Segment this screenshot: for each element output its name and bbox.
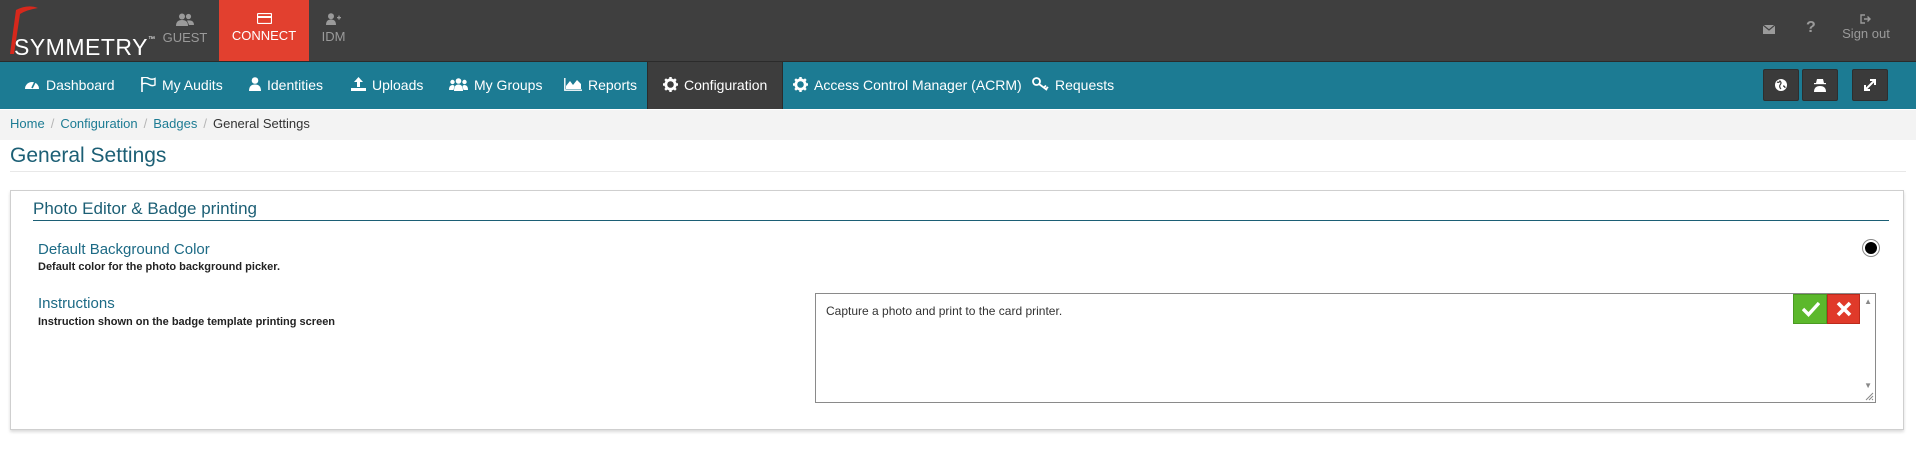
section-divider: [33, 220, 1889, 221]
symmetry-logo[interactable]: SYMMETRY™: [6, 4, 155, 60]
nav-my-groups-label: My Groups: [474, 77, 543, 93]
breadcrumb-separator: /: [50, 116, 55, 131]
nav-my-audits[interactable]: My Audits: [140, 62, 223, 109]
fullscreen-button[interactable]: [1852, 69, 1888, 101]
top-bar: SYMMETRY™ GUEST CONNECT IDM ? Sign out: [0, 0, 1916, 61]
settings-panel: Photo Editor & Badge printing Default Ba…: [10, 190, 1904, 430]
save-button[interactable]: [1793, 294, 1827, 324]
app-tab-idm[interactable]: IDM: [311, 0, 356, 61]
expand-icon: [1864, 79, 1876, 91]
nav-my-audits-label: My Audits: [162, 77, 223, 93]
nav-requests-label: Requests: [1055, 77, 1115, 93]
nav-dashboard[interactable]: Dashboard: [24, 62, 115, 109]
area-chart-icon: [564, 77, 582, 91]
cancel-button[interactable]: [1827, 294, 1860, 324]
user-icon: [249, 77, 261, 92]
nav-acrm-label: Access Control Manager (ACRM): [814, 77, 1022, 93]
breadcrumb-current: General Settings: [212, 116, 310, 131]
upload-icon: [351, 77, 366, 92]
sign-out-icon: [1860, 14, 1871, 24]
nav-reports-label: Reports: [588, 77, 638, 93]
help-icon: ?: [1806, 19, 1816, 36]
nav-reports[interactable]: Reports: [564, 62, 637, 109]
user-plus-icon: [326, 13, 341, 25]
app-tab-guest[interactable]: GUEST: [155, 0, 215, 61]
breadcrumb-home[interactable]: Home: [10, 116, 45, 131]
group-icon: [449, 77, 468, 91]
badge-user-button[interactable]: [1802, 69, 1838, 101]
page-title: General Settings: [10, 144, 167, 167]
scroll-down-icon[interactable]: ▼: [1864, 381, 1872, 390]
nav-acrm[interactable]: Access Control Manager (ACRM): [793, 62, 1022, 109]
scroll-up-icon[interactable]: ▲: [1864, 297, 1872, 306]
globe-button[interactable]: [1763, 69, 1799, 101]
gear-icon: [663, 76, 678, 92]
app-tab-connect[interactable]: CONNECT: [219, 0, 309, 61]
title-divider: [10, 171, 1906, 172]
default-background-color-label: Default Background Color: [38, 241, 210, 258]
flag-icon: [141, 76, 156, 92]
app-tab-guest-label: GUEST: [162, 30, 208, 45]
dashboard-icon: [25, 81, 39, 90]
sign-out-label: Sign out: [1842, 26, 1890, 41]
breadcrumb: Home / Configuration / Badges / General Settin…: [0, 110, 1916, 140]
nav-identities[interactable]: Identities: [249, 62, 323, 109]
nav-configuration-label: Configuration: [684, 77, 768, 93]
key-icon: [1032, 77, 1049, 92]
nav-identities-label: Identities: [267, 77, 324, 93]
breadcrumb-separator: /: [203, 116, 207, 131]
globe-icon: [1775, 79, 1787, 91]
instructions-description: Instruction shown on the badge template …: [38, 316, 336, 328]
nav-requests[interactable]: Requests: [1032, 62, 1114, 109]
envelope-icon: [1762, 24, 1776, 34]
nav-dashboard-label: Dashboard: [46, 77, 115, 93]
app-tab-idm-label: IDM: [321, 29, 346, 44]
sign-out-button[interactable]: Sign out: [1836, 0, 1896, 61]
close-icon: [1836, 301, 1852, 317]
logo-text: SYMMETRY™: [14, 34, 156, 60]
gear-icon: [793, 76, 808, 92]
check-icon: [1802, 301, 1820, 317]
background-color-picker[interactable]: [1863, 240, 1879, 256]
nav-uploads[interactable]: Uploads: [351, 62, 423, 109]
users-icon: [176, 13, 194, 26]
user-secret-icon: [1814, 79, 1826, 92]
breadcrumb-badges[interactable]: Badges: [153, 116, 197, 131]
breadcrumb-configuration[interactable]: Configuration: [60, 116, 137, 131]
instructions-label: Instructions: [38, 295, 115, 312]
resize-handle-icon[interactable]: [1865, 392, 1874, 401]
card-icon: [256, 13, 272, 24]
nav-uploads-label: Uploads: [372, 77, 424, 93]
default-background-color-description: Default color for the photo background p…: [38, 261, 281, 273]
main-nav: Dashboard My Audits Identities Uploads M…: [0, 61, 1916, 109]
instructions-textarea[interactable]: Capture a photo and print to the card pr…: [815, 293, 1876, 403]
breadcrumb-separator: /: [143, 116, 148, 131]
app-tab-connect-label: CONNECT: [231, 28, 297, 43]
nav-my-groups[interactable]: My Groups: [449, 62, 542, 109]
instructions-value: Capture a photo and print to the card pr…: [826, 304, 1063, 318]
section-title: Photo Editor & Badge printing: [33, 199, 257, 218]
nav-configuration[interactable]: Configuration: [647, 62, 784, 109]
